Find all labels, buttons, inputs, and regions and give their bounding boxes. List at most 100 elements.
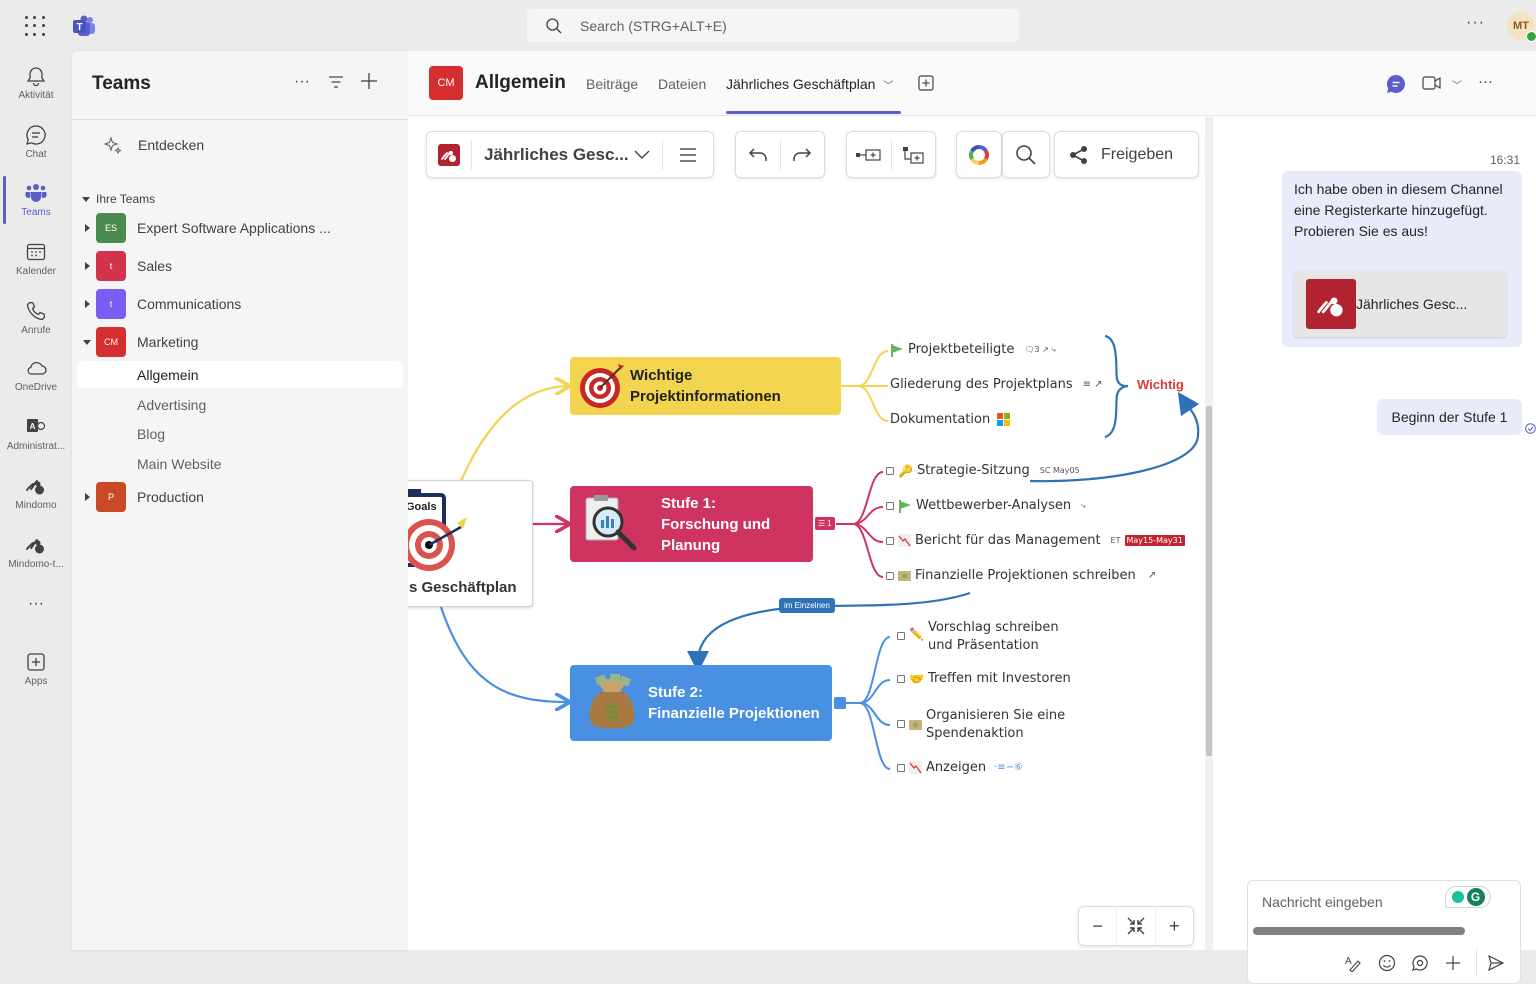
- chevron-down-icon[interactable]: ﹀: [1452, 77, 1462, 92]
- leaf-topic[interactable]: Dokumentation: [890, 412, 1011, 427]
- topic-wichtige-projektinformationen[interactable]: Wichtige Projektinformationen: [570, 357, 841, 415]
- svg-text:T: T: [76, 22, 82, 33]
- user-initials: MT: [1513, 20, 1529, 32]
- leaf-topic[interactable]: Gliederung des Projektplans ≡ ↗: [890, 377, 1103, 392]
- user-avatar[interactable]: MT: [1507, 12, 1536, 42]
- mindmap-canvas[interactable]: Jährliches Gesc... Freigeben Goals s Ges…: [408, 117, 1208, 950]
- more-options-button[interactable]: ···: [294, 73, 310, 91]
- canvas-scrollbar-thumb[interactable]: [1206, 406, 1212, 756]
- format-icon[interactable]: A: [1344, 954, 1362, 972]
- mindomo-logo-button[interactable]: [427, 132, 471, 177]
- rail-item-mindomo-teams[interactable]: Mindomo-t...: [0, 528, 72, 584]
- search-input[interactable]: Search (STRG+ALT+E): [527, 9, 1019, 42]
- color-wheel-icon: [969, 144, 989, 165]
- rail-item-teams[interactable]: Teams: [0, 176, 72, 232]
- notes-link-icons[interactable]: ≡ ↗: [1083, 379, 1103, 390]
- task-checkbox[interactable]: [897, 632, 905, 640]
- rail-item-calendar[interactable]: Kalender: [0, 235, 72, 291]
- boundary-label-wichtig[interactable]: Wichtig: [1137, 377, 1184, 392]
- tab-dateien[interactable]: Dateien: [658, 76, 706, 92]
- leaf-topic[interactable]: Finanzielle Projektionen schreiben ↗: [886, 568, 1156, 583]
- rail-item-activity[interactable]: Aktivität: [0, 59, 72, 115]
- rail-item-apps[interactable]: Apps: [0, 645, 72, 701]
- zoom-out-button[interactable]: −: [1079, 907, 1116, 945]
- add-sibling-topic-button[interactable]: [847, 132, 891, 177]
- hamburger-menu-icon: [680, 147, 696, 162]
- composer-scrollbar[interactable]: [1253, 927, 1465, 935]
- topic-stufe-2[interactable]: $ Stufe 2: Finanzielle Projektionen: [570, 665, 832, 741]
- task-checkbox[interactable]: [897, 674, 905, 683]
- channel-item-main-website[interactable]: Main Website: [77, 450, 403, 477]
- more-options-button[interactable]: ···: [1478, 73, 1493, 90]
- rail-item-calls[interactable]: Anrufe: [0, 294, 72, 350]
- notes-subtask-icons[interactable]: ·≡−⑥: [994, 762, 1023, 773]
- search-map-button[interactable]: [1002, 131, 1050, 178]
- add-tab-icon[interactable]: [918, 75, 934, 91]
- team-row[interactable]: t Communications: [72, 287, 408, 321]
- task-checkbox[interactable]: [886, 466, 894, 475]
- filter-icon[interactable]: [328, 75, 344, 89]
- menu-button[interactable]: [663, 132, 713, 177]
- fit-to-screen-button[interactable]: [1116, 907, 1156, 945]
- task-checkbox[interactable]: [886, 536, 894, 545]
- external-link-icon[interactable]: ↗: [1148, 570, 1156, 581]
- task-list-badge[interactable]: ☰ 1: [815, 517, 835, 530]
- topic-stufe-1[interactable]: Stufe 1: Forschung und Planung: [570, 486, 813, 562]
- channel-item-blog[interactable]: Blog: [77, 420, 403, 447]
- teams-logo-icon: T: [73, 15, 95, 36]
- task-checkbox[interactable]: [897, 720, 905, 728]
- zoom-in-button[interactable]: +: [1156, 907, 1193, 945]
- add-subtopic-button[interactable]: [891, 132, 935, 177]
- leaf-topic[interactable]: Anzeigen ·≡−⑥: [897, 760, 1023, 775]
- rail-item-chat[interactable]: Chat: [0, 118, 72, 174]
- app-launcher-icon[interactable]: [24, 15, 46, 37]
- leaf-topic[interactable]: Projektbeteiligte 🗨3 ↗ ⤷: [890, 342, 1056, 357]
- rail-item-admin[interactable]: A Administrat...: [0, 410, 72, 466]
- task-checkbox[interactable]: [897, 763, 905, 772]
- rail-label: Teams: [21, 207, 51, 218]
- rail-more-apps-button[interactable]: ···: [0, 595, 72, 651]
- team-row[interactable]: t Sales: [72, 249, 408, 283]
- leaf-topic[interactable]: 🤝 Treffen mit Investoren: [897, 671, 1071, 686]
- leaf-topic[interactable]: Wettbewerber-Analysen ⤷: [886, 498, 1086, 513]
- leaf-topic[interactable]: ✏️ Vorschlag schreiben und Präsentation: [897, 619, 1059, 655]
- settings-more-button[interactable]: ···: [1466, 14, 1485, 32]
- plus-icon[interactable]: [1444, 954, 1462, 972]
- tab-card[interactable]: Jährliches Gesc...: [1294, 271, 1506, 337]
- undo-button[interactable]: [736, 132, 780, 177]
- task-checkbox[interactable]: [886, 501, 894, 510]
- conversation-icon[interactable]: [1386, 74, 1406, 94]
- video-call-icon[interactable]: [1422, 75, 1442, 91]
- emoji-icon[interactable]: [1378, 954, 1396, 972]
- discover-link[interactable]: Entdecken: [104, 136, 204, 154]
- send-icon[interactable]: [1487, 954, 1505, 972]
- rail-item-mindomo[interactable]: Mindomo: [0, 469, 72, 525]
- leaf-topic[interactable]: 🔑 Strategie-Sitzung SC May05: [886, 463, 1080, 478]
- message-composer[interactable]: Nachricht eingeben G A: [1247, 880, 1521, 984]
- redo-button[interactable]: [780, 132, 824, 177]
- task-checkbox[interactable]: [886, 571, 894, 580]
- channel-item-allgemein[interactable]: Allgemein: [77, 361, 403, 388]
- channel-item-advertising[interactable]: Advertising: [77, 391, 403, 418]
- your-teams-section-toggle[interactable]: Ihre Teams: [82, 192, 155, 206]
- tab-jaehrliches-geschaeftplan[interactable]: Jährliches Geschäftplan ﹀: [726, 76, 893, 92]
- add-team-icon[interactable]: [360, 72, 378, 90]
- share-button[interactable]: Freigeben: [1054, 131, 1199, 178]
- leaf-topic[interactable]: Organisieren Sie eine Spendenaktion: [897, 707, 1065, 743]
- link-icon[interactable]: ⤷: [1081, 501, 1085, 511]
- task-icon-badge[interactable]: [834, 697, 846, 709]
- map-title-dropdown[interactable]: Jährliches Gesc...: [472, 132, 662, 177]
- root-topic[interactable]: Goals s Geschäftplan: [408, 480, 533, 607]
- rail-item-onedrive[interactable]: OneDrive: [0, 351, 72, 407]
- relationship-label[interactable]: im Einzelnen: [779, 598, 835, 613]
- loop-icon[interactable]: [1411, 954, 1429, 972]
- team-row[interactable]: P Production: [72, 480, 408, 514]
- comment-link-icons[interactable]: 🗨3 ↗ ⤷: [1024, 345, 1056, 355]
- topic-label-line2: Finanzielle Projektionen: [648, 705, 820, 722]
- tab-beitraege[interactable]: Beiträge: [586, 76, 638, 92]
- leaf-topic[interactable]: Bericht für das Management ET May15-May3…: [886, 533, 1185, 548]
- team-row[interactable]: ES Expert Software Applications ...: [72, 211, 408, 245]
- team-row[interactable]: CM Marketing: [72, 325, 408, 359]
- grammarly-widget[interactable]: G: [1445, 886, 1491, 908]
- theme-button[interactable]: [956, 131, 1002, 178]
